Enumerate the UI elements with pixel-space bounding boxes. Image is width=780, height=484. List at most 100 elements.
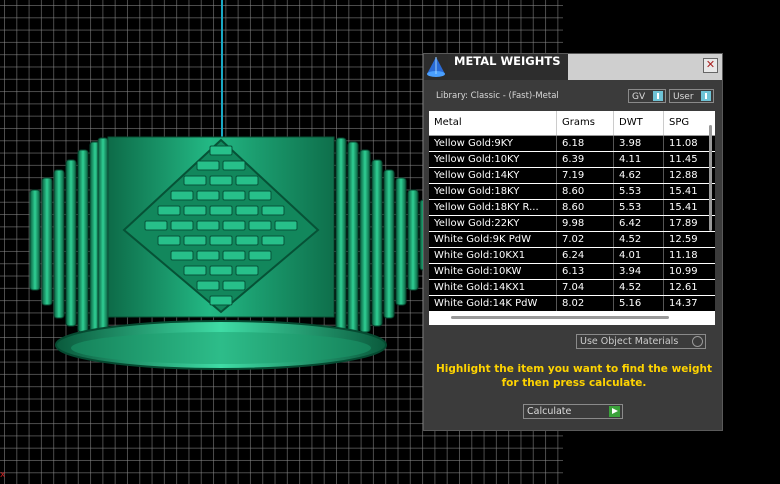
brick: [209, 175, 233, 186]
gv-toggle[interactable]: GV: [628, 89, 666, 103]
metal-name-cell: Yellow Gold:18KY R...: [429, 200, 557, 215]
brick: [261, 205, 285, 216]
spg-cell: 11.45: [669, 154, 698, 165]
spg-cell: 11.18: [669, 250, 698, 261]
horizontal-scrollbar[interactable]: [451, 316, 669, 319]
brick: [196, 250, 220, 261]
vertical-scrollbar[interactable]: [709, 125, 712, 231]
grams-cell: 8.60: [557, 200, 614, 215]
brick: [248, 190, 272, 201]
grams-cell: 6.24: [557, 248, 614, 263]
brick: [183, 265, 207, 276]
user-toggle-label: User: [673, 92, 694, 102]
spg-cell: 17.89: [669, 218, 698, 229]
brick: [261, 235, 285, 246]
brick: [209, 205, 233, 216]
dwt-cell: 4.62: [614, 168, 664, 183]
table-row[interactable]: White Gold:14K PdW 8.02 5.16 14.37: [429, 296, 715, 312]
table-row[interactable]: Yellow Gold:18KY 8.60 5.53 15.41: [429, 184, 715, 200]
spg-cell: 11.08: [669, 138, 698, 149]
radio-icon: [692, 336, 703, 347]
metal-name-cell: Yellow Gold:14KY: [429, 168, 557, 183]
brick: [144, 220, 168, 231]
dwt-cell: 5.53: [614, 200, 664, 215]
table-row[interactable]: Yellow Gold:9KY 6.18 3.98 11.08: [429, 136, 715, 152]
column-header-grams[interactable]: Grams: [557, 111, 614, 135]
metal-name-cell: Yellow Gold:9KY: [429, 136, 557, 151]
grams-cell: 7.19: [557, 168, 614, 183]
table-body: Yellow Gold:9KY 6.18 3.98 11.08 Yellow Gold:…: [429, 136, 715, 312]
grams-cell: 8.02: [557, 296, 614, 311]
brick: [196, 160, 220, 171]
dwt-cell: 5.53: [614, 184, 664, 199]
ring-rib: [53, 169, 65, 319]
ring-rib: [371, 159, 383, 327]
app-logo-icon: [424, 54, 448, 80]
brick: [209, 235, 233, 246]
table-row[interactable]: White Gold:9K PdW 7.02 4.52 12.59: [429, 232, 715, 248]
calculate-button[interactable]: Calculate: [523, 404, 623, 419]
library-label: Library: Classic - (Fast)-Metal: [436, 91, 559, 101]
spg-cell: 12.88: [669, 170, 698, 181]
table-row[interactable]: White Gold:10KW 6.13 3.94 10.99: [429, 264, 715, 280]
ring-rib: [41, 177, 53, 306]
metal-name-cell: Yellow Gold:10KY: [429, 152, 557, 167]
table-row[interactable]: White Gold:10KX1 6.24 4.01 11.18: [429, 248, 715, 264]
panel-titlebar[interactable]: METAL WEIGHTS ✕: [424, 54, 722, 80]
ring-model[interactable]: [0, 0, 430, 400]
user-toggle[interactable]: User: [669, 89, 714, 103]
ring-rib: [347, 141, 359, 337]
use-object-materials-toggle[interactable]: Use Object Materials: [576, 334, 706, 349]
metal-name-cell: White Gold:14KX1: [429, 280, 557, 295]
brick: [235, 265, 259, 276]
brick: [274, 220, 298, 231]
column-header-spg[interactable]: SPG: [664, 111, 704, 135]
column-header-dwt[interactable]: DWT: [614, 111, 664, 135]
ring-rib: [97, 137, 109, 339]
brick: [183, 175, 207, 186]
dwt-cell: 4.01: [614, 248, 664, 263]
gv-toggle-label: GV: [632, 92, 646, 102]
brick: [222, 190, 246, 201]
instruction-text: Highlight the item you want to find the …: [436, 363, 712, 389]
brick: [209, 295, 233, 306]
table-row[interactable]: Yellow Gold:22KY 9.98 6.42 17.89: [429, 216, 715, 232]
table-row[interactable]: Yellow Gold:14KY 7.19 4.62 12.88: [429, 168, 715, 184]
spg-cell: 12.61: [669, 282, 698, 293]
dwt-cell: 4.52: [614, 232, 664, 247]
ring-rib: [359, 149, 371, 333]
brick: [235, 235, 259, 246]
brick: [170, 190, 194, 201]
brick: [209, 145, 233, 156]
brick: [170, 220, 194, 231]
brick: [248, 220, 272, 231]
brick: [183, 235, 207, 246]
metal-name-cell: Yellow Gold:22KY: [429, 216, 557, 231]
brick: [248, 250, 272, 261]
table-row[interactable]: White Gold:14KX1 7.04 4.52 12.61: [429, 280, 715, 296]
ring-rib: [335, 137, 347, 339]
close-icon[interactable]: ✕: [703, 58, 718, 73]
metal-weights-panel: METAL WEIGHTS ✕ Library: Classic - (Fast…: [423, 53, 723, 431]
brick: [209, 265, 233, 276]
brick: [235, 175, 259, 186]
brick: [157, 235, 181, 246]
table-row[interactable]: Yellow Gold:10KY 6.39 4.11 11.45: [429, 152, 715, 168]
column-header-metal[interactable]: Metal: [429, 111, 557, 135]
metal-table[interactable]: Metal Grams DWT SPG Yellow Gold:9KY 6.18 3…: [429, 111, 715, 325]
toggle-switch-icon: [701, 91, 711, 101]
brick: [157, 205, 181, 216]
calculate-label: Calculate: [527, 406, 572, 417]
brick: [222, 250, 246, 261]
table-row[interactable]: Yellow Gold:18KY R... 8.60 5.53 15.41: [429, 200, 715, 216]
origin-marker: x: [0, 470, 6, 480]
ring-rib: [395, 177, 407, 306]
brick: [196, 280, 220, 291]
table-header: Metal Grams DWT SPG: [429, 111, 715, 136]
grams-cell: 7.04: [557, 280, 614, 295]
ring-rib: [407, 189, 419, 291]
play-icon: [609, 406, 620, 417]
grams-cell: 6.13: [557, 264, 614, 279]
grams-cell: 9.98: [557, 216, 614, 231]
ring-band-inner: [71, 332, 371, 364]
